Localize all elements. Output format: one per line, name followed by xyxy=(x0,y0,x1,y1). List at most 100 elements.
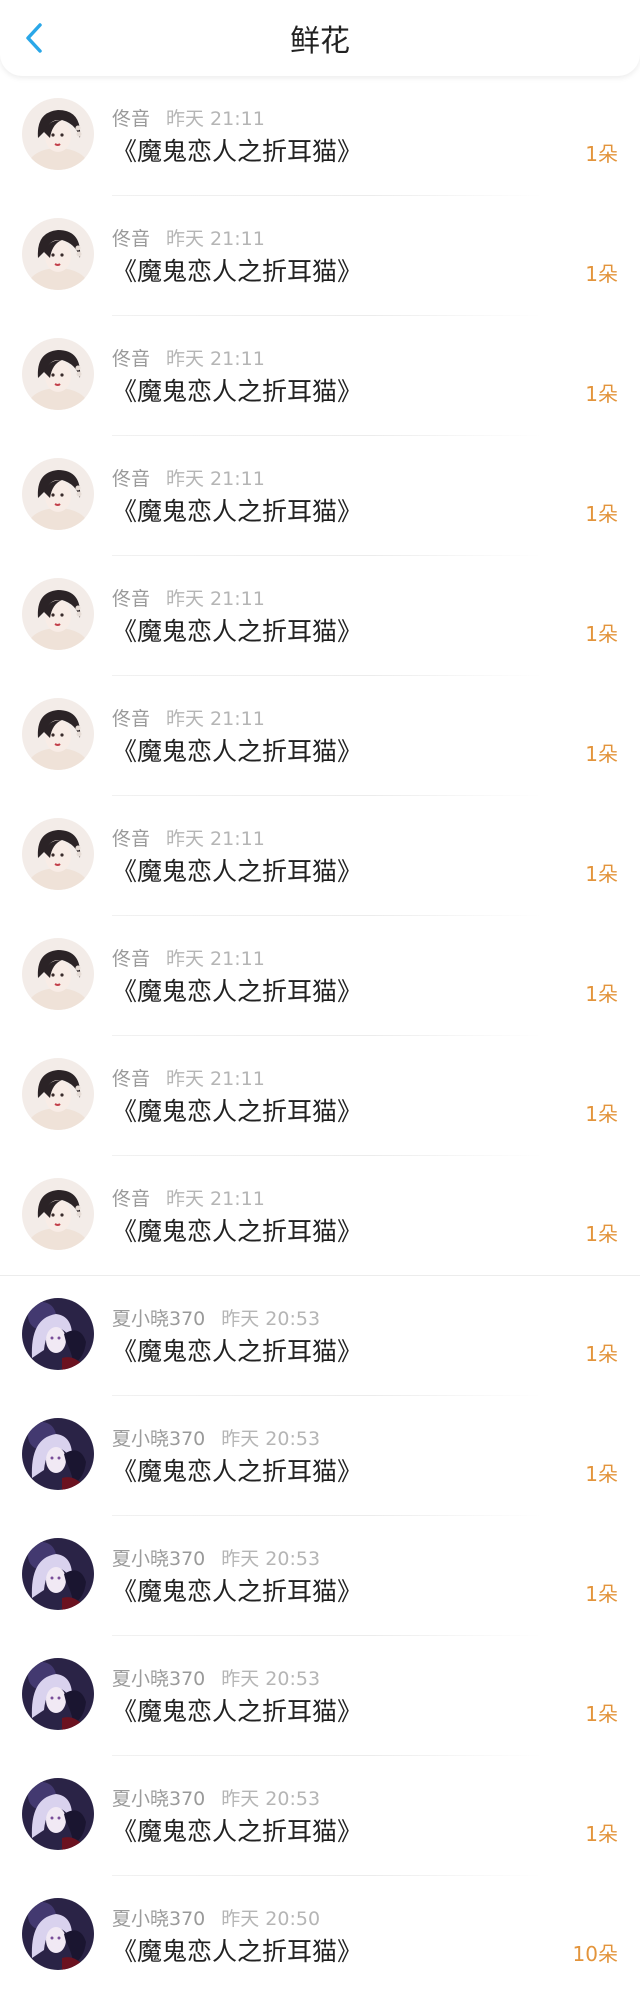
avatar[interactable] xyxy=(22,338,94,410)
user-name[interactable]: 夏小晓370 xyxy=(112,1548,205,1570)
book-title[interactable]: 《魔鬼恋人之折耳猫》 xyxy=(112,132,362,168)
avatar[interactable] xyxy=(22,218,94,290)
user-name[interactable]: 佟音 xyxy=(112,348,150,370)
avatar-girl-light-icon xyxy=(22,698,94,770)
timestamp: 昨天 21:11 xyxy=(166,588,265,610)
list-item[interactable]: 佟音 昨天 21:11 《魔鬼恋人之折耳猫》 1朵 xyxy=(0,676,640,796)
list-item[interactable]: 夏小晓370 昨天 20:53 《魔鬼恋人之折耳猫》 1朵 xyxy=(0,1396,640,1516)
timestamp: 昨天 20:53 xyxy=(221,1428,321,1450)
flower-count: 10朵 xyxy=(572,1942,618,1966)
flower-count: 1朵 xyxy=(585,742,618,766)
list-item[interactable]: 夏小晓370 昨天 20:53 《魔鬼恋人之折耳猫》 1朵 xyxy=(0,1276,640,1396)
item-meta: 佟音 昨天 21:11 xyxy=(112,944,265,971)
item-meta: 夏小晓370 昨天 20:53 xyxy=(112,1304,320,1331)
avatar-anime-dark-icon xyxy=(22,1898,94,1970)
avatar-girl-light-icon xyxy=(22,338,94,410)
book-title[interactable]: 《魔鬼恋人之折耳猫》 xyxy=(112,732,362,768)
book-title[interactable]: 《魔鬼恋人之折耳猫》 xyxy=(112,252,362,288)
avatar[interactable] xyxy=(22,1418,94,1490)
book-title[interactable]: 《魔鬼恋人之折耳猫》 xyxy=(112,1932,362,1968)
avatar[interactable] xyxy=(22,1058,94,1130)
avatar-girl-light-icon xyxy=(22,938,94,1010)
book-title[interactable]: 《魔鬼恋人之折耳猫》 xyxy=(112,1812,362,1848)
avatar[interactable] xyxy=(22,1778,94,1850)
user-name[interactable]: 佟音 xyxy=(112,948,150,970)
list-item[interactable]: 佟音 昨天 21:11 《魔鬼恋人之折耳猫》 1朵 xyxy=(0,436,640,556)
book-title[interactable]: 《魔鬼恋人之折耳猫》 xyxy=(112,1212,362,1248)
list-item[interactable]: 佟音 昨天 21:11 《魔鬼恋人之折耳猫》 1朵 xyxy=(0,196,640,316)
timestamp: 昨天 21:11 xyxy=(166,468,265,490)
flower-count: 1朵 xyxy=(585,262,618,286)
user-name[interactable]: 夏小晓370 xyxy=(112,1428,205,1450)
avatar[interactable] xyxy=(22,1538,94,1610)
user-name[interactable]: 佟音 xyxy=(112,1188,150,1210)
flower-count: 1朵 xyxy=(585,982,618,1006)
page-title: 鲜花 xyxy=(290,24,350,59)
book-title[interactable]: 《魔鬼恋人之折耳猫》 xyxy=(112,1092,362,1128)
user-name[interactable]: 佟音 xyxy=(112,108,150,130)
avatar[interactable] xyxy=(22,698,94,770)
user-name[interactable]: 夏小晓370 xyxy=(112,1908,205,1930)
flower-count: 1朵 xyxy=(585,382,618,406)
avatar[interactable] xyxy=(22,818,94,890)
user-name[interactable]: 夏小晓370 xyxy=(112,1308,205,1330)
flower-count: 1朵 xyxy=(585,142,618,166)
avatar[interactable] xyxy=(22,938,94,1010)
item-meta: 夏小晓370 昨天 20:50 xyxy=(112,1904,320,1931)
list-item[interactable]: 夏小晓370 昨天 20:50 《魔鬼恋人之折耳猫》 10朵 xyxy=(0,1876,640,1989)
list-item[interactable]: 夏小晓370 昨天 20:53 《魔鬼恋人之折耳猫》 1朵 xyxy=(0,1756,640,1876)
avatar[interactable] xyxy=(22,578,94,650)
flower-count: 1朵 xyxy=(585,1222,618,1246)
flower-gift-list: 佟音 昨天 21:11 《魔鬼恋人之折耳猫》 1朵 佟音 昨天 21:11 《魔鬼恋… xyxy=(0,76,640,1989)
avatar-anime-dark-icon xyxy=(22,1658,94,1730)
book-title[interactable]: 《魔鬼恋人之折耳猫》 xyxy=(112,1332,362,1368)
book-title[interactable]: 《魔鬼恋人之折耳猫》 xyxy=(112,372,362,408)
user-name[interactable]: 夏小晓370 xyxy=(112,1788,205,1810)
list-item[interactable]: 佟音 昨天 21:11 《魔鬼恋人之折耳猫》 1朵 xyxy=(0,76,640,196)
list-item[interactable]: 佟音 昨天 21:11 《魔鬼恋人之折耳猫》 1朵 xyxy=(0,1156,640,1276)
avatar[interactable] xyxy=(22,1178,94,1250)
item-meta: 佟音 昨天 21:11 xyxy=(112,1184,265,1211)
timestamp: 昨天 21:11 xyxy=(166,1188,265,1210)
avatar-girl-light-icon xyxy=(22,218,94,290)
user-name[interactable]: 佟音 xyxy=(112,1068,150,1090)
list-item[interactable]: 佟音 昨天 21:11 《魔鬼恋人之折耳猫》 1朵 xyxy=(0,316,640,436)
book-title[interactable]: 《魔鬼恋人之折耳猫》 xyxy=(112,612,362,648)
avatar-girl-light-icon xyxy=(22,1178,94,1250)
item-meta: 佟音 昨天 21:11 xyxy=(112,224,265,251)
list-item[interactable]: 佟音 昨天 21:11 《魔鬼恋人之折耳猫》 1朵 xyxy=(0,1036,640,1156)
item-meta: 佟音 昨天 21:11 xyxy=(112,344,265,371)
list-item[interactable]: 佟音 昨天 21:11 《魔鬼恋人之折耳猫》 1朵 xyxy=(0,796,640,916)
user-name[interactable]: 佟音 xyxy=(112,588,150,610)
item-meta: 佟音 昨天 21:11 xyxy=(112,704,265,731)
list-item[interactable]: 夏小晓370 昨天 20:53 《魔鬼恋人之折耳猫》 1朵 xyxy=(0,1516,640,1636)
book-title[interactable]: 《魔鬼恋人之折耳猫》 xyxy=(112,852,362,888)
book-title[interactable]: 《魔鬼恋人之折耳猫》 xyxy=(112,1572,362,1608)
item-meta: 佟音 昨天 21:11 xyxy=(112,104,265,131)
book-title[interactable]: 《魔鬼恋人之折耳猫》 xyxy=(112,1692,362,1728)
flower-count: 1朵 xyxy=(585,862,618,886)
avatar-girl-light-icon xyxy=(22,458,94,530)
user-name[interactable]: 佟音 xyxy=(112,468,150,490)
list-item[interactable]: 夏小晓370 昨天 20:53 《魔鬼恋人之折耳猫》 1朵 xyxy=(0,1636,640,1756)
timestamp: 昨天 21:11 xyxy=(166,948,265,970)
timestamp: 昨天 21:11 xyxy=(166,708,265,730)
avatar[interactable] xyxy=(22,98,94,170)
user-name[interactable]: 佟音 xyxy=(112,228,150,250)
list-item[interactable]: 佟音 昨天 21:11 《魔鬼恋人之折耳猫》 1朵 xyxy=(0,556,640,676)
avatar-anime-dark-icon xyxy=(22,1298,94,1370)
book-title[interactable]: 《魔鬼恋人之折耳猫》 xyxy=(112,972,362,1008)
avatar[interactable] xyxy=(22,458,94,530)
timestamp: 昨天 20:53 xyxy=(221,1788,321,1810)
book-title[interactable]: 《魔鬼恋人之折耳猫》 xyxy=(112,492,362,528)
user-name[interactable]: 夏小晓370 xyxy=(112,1668,205,1690)
avatar[interactable] xyxy=(22,1658,94,1730)
timestamp: 昨天 21:11 xyxy=(166,348,265,370)
book-title[interactable]: 《魔鬼恋人之折耳猫》 xyxy=(112,1452,362,1488)
avatar[interactable] xyxy=(22,1298,94,1370)
user-name[interactable]: 佟音 xyxy=(112,828,150,850)
avatar[interactable] xyxy=(22,1898,94,1970)
timestamp: 昨天 21:11 xyxy=(166,108,265,130)
list-item[interactable]: 佟音 昨天 21:11 《魔鬼恋人之折耳猫》 1朵 xyxy=(0,916,640,1036)
user-name[interactable]: 佟音 xyxy=(112,708,150,730)
